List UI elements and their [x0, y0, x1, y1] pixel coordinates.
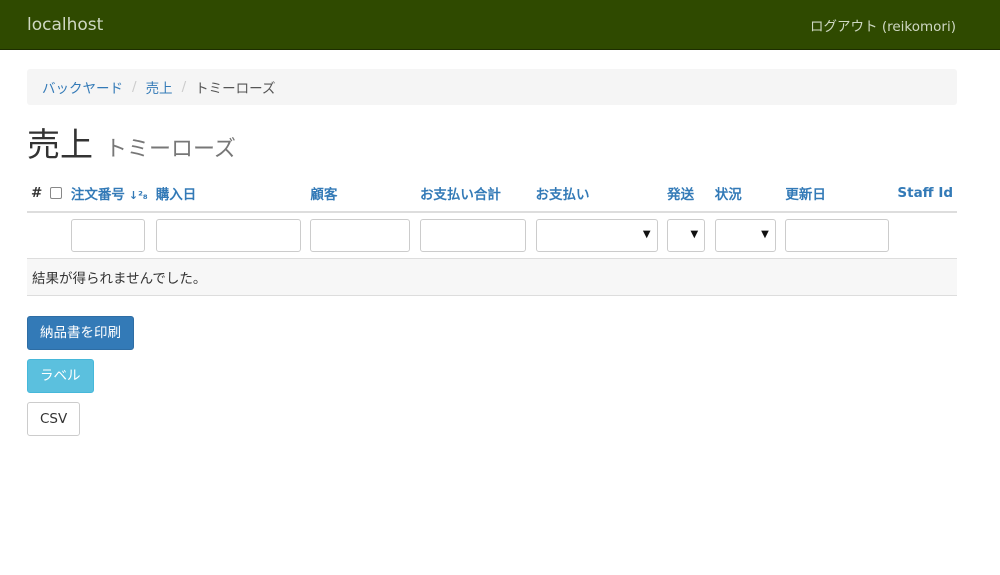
column-payment-total[interactable]: お支払い合計 [415, 177, 532, 214]
orders-table: # 注文番号 ↓²₈ 購入日 顧客 お支払い合計 お支払い 発送 状況 更新日 S… [27, 177, 957, 297]
logout-link[interactable]: ログアウト (reikomori) [810, 15, 956, 35]
column-updated[interactable]: 更新日 [781, 177, 894, 214]
brand-link[interactable]: localhost [27, 15, 103, 35]
sort-descending-icon[interactable]: ↓²₈ [129, 189, 148, 202]
filter-cell: ▼ [663, 212, 711, 260]
breadcrumb: バックヤード / 売上 / トミーローズ [27, 69, 957, 105]
filter-cell [151, 212, 307, 260]
column-status[interactable]: 状況 [710, 177, 782, 214]
dropdown-arrow-icon: ▼ [761, 229, 769, 241]
column-shipping[interactable]: 発送 [663, 177, 711, 214]
column-select: # [27, 177, 67, 214]
action-buttons: 納品書を印刷 ラベル CSV [27, 316, 957, 437]
breadcrumb-item-sales[interactable]: 売上 [146, 77, 173, 97]
button-row: ラベル [27, 359, 957, 394]
filter-cell-empty [893, 212, 957, 260]
column-header-purchase-date[interactable]: 購入日 [156, 187, 197, 203]
column-header-staff-id[interactable]: Staff Id [897, 185, 953, 201]
column-header-payment[interactable]: お支払い [536, 187, 590, 203]
filter-cell-empty [27, 212, 67, 260]
column-header-customer[interactable]: 顧客 [310, 187, 337, 203]
column-staff-id[interactable]: Staff Id [893, 177, 957, 214]
filter-cell [415, 212, 532, 260]
filter-cell: ▼ [531, 212, 664, 260]
column-purchase-date[interactable]: 購入日 [151, 177, 307, 214]
customer-filter-input[interactable] [310, 219, 411, 253]
updated-filter-input[interactable] [785, 219, 890, 253]
label-button[interactable]: ラベル [27, 359, 94, 394]
shipping-filter-select[interactable]: ▼ [667, 219, 706, 253]
column-header-payment-total[interactable]: お支払い合計 [420, 187, 501, 203]
empty-result-message: 結果が得られませんでした。 [27, 258, 957, 297]
table-header-row: # 注文番号 ↓²₈ 購入日 顧客 お支払い合計 お支払い 発送 状況 更新日 S… [27, 177, 957, 214]
purchase-date-filter-input[interactable] [155, 219, 301, 253]
empty-result-row: 結果が得られませんでした。 [27, 258, 957, 297]
button-row: 納品書を印刷 [27, 316, 957, 351]
page-title: 売上 トミーローズ [27, 125, 957, 164]
main-container: バックヤード / 売上 / トミーローズ 売上 トミーローズ # 注文番号 ↓²₈… [0, 69, 1000, 437]
filter-cell [66, 212, 152, 260]
page-subtitle: トミーローズ [105, 137, 236, 162]
filter-row: ▼ ▼ ▼ [27, 212, 957, 260]
filter-cell [306, 212, 416, 260]
column-order-no[interactable]: 注文番号 ↓²₈ [66, 177, 152, 214]
breadcrumb-separator: / [181, 79, 187, 95]
filter-cell: ▼ [710, 212, 782, 260]
column-payment[interactable]: お支払い [531, 177, 664, 214]
page-title-text: 売上 [27, 125, 93, 164]
column-header-shipping[interactable]: 発送 [667, 187, 694, 203]
payment-total-filter-input[interactable] [419, 219, 526, 253]
breadcrumb-separator: / [132, 79, 137, 95]
column-header-status[interactable]: 状況 [715, 187, 742, 203]
column-header-updated[interactable]: 更新日 [785, 187, 826, 203]
order-no-filter-input[interactable] [70, 219, 145, 253]
column-header-hash: # [31, 185, 43, 202]
button-row: CSV [27, 402, 957, 437]
dropdown-arrow-icon: ▼ [690, 229, 699, 241]
payment-filter-select[interactable]: ▼ [535, 219, 658, 253]
breadcrumb-item-backyard[interactable]: バックヤード [42, 77, 123, 97]
print-invoice-button[interactable]: 納品書を印刷 [27, 316, 134, 351]
top-navbar: localhost ログアウト (reikomori) [0, 0, 1000, 50]
breadcrumb-item-active: トミーローズ [195, 81, 276, 97]
column-customer[interactable]: 顧客 [306, 177, 416, 214]
select-all-checkbox[interactable] [50, 187, 63, 200]
status-filter-select[interactable]: ▼ [714, 219, 776, 253]
column-header-order-no[interactable]: 注文番号 [71, 187, 125, 203]
filter-cell [781, 212, 894, 260]
csv-button[interactable]: CSV [27, 402, 81, 437]
dropdown-arrow-icon: ▼ [642, 229, 651, 241]
